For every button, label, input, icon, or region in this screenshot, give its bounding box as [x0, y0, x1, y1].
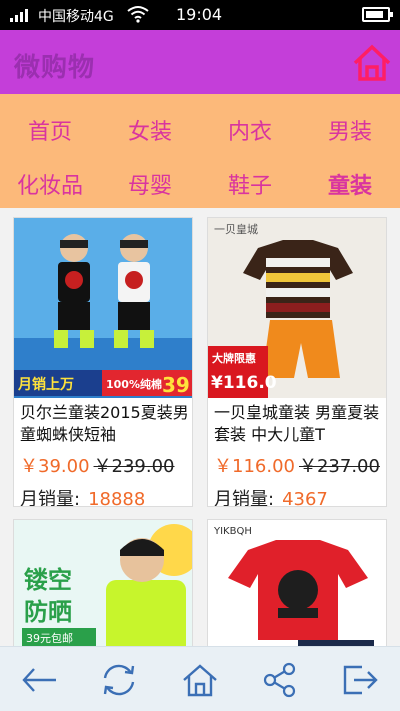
app-title: 微购物 — [14, 53, 96, 83]
product-card[interactable]: 镂空 防晒 39元包邮 — [13, 519, 193, 646]
product-name[interactable]: 贝尔兰童装2015夏装男童蜘蛛侠短袖 — [20, 402, 192, 442]
product-image[interactable]: YIKBQH — [208, 520, 386, 646]
exit-icon[interactable] — [340, 661, 380, 699]
share-icon[interactable] — [260, 661, 300, 699]
badge-text: 39元包邮 — [26, 632, 73, 645]
product-name[interactable]: 一贝皇城童装 男童夏装套装 中大儿童T — [214, 402, 386, 442]
badge-text: ¥116.0 — [211, 373, 277, 393]
clock: 19:04 — [176, 5, 223, 24]
price-row: ￥39.00 ￥239.00 — [20, 452, 175, 478]
product-card[interactable]: YIKBQH — [207, 519, 387, 646]
price-row: ￥116.00 ￥237.00 — [214, 452, 380, 478]
app-header: 微购物 — [0, 30, 400, 94]
battery-icon — [362, 7, 393, 22]
sales-count: 18888 — [88, 489, 146, 507]
badge-text: 大牌限惠 — [212, 351, 256, 365]
product-image[interactable]: 一贝皇城 大牌限惠 ¥116.0 — [208, 218, 386, 398]
product-price: ￥39.00 — [20, 456, 90, 477]
category-home[interactable]: 首页 — [0, 114, 100, 146]
category-nav: 首页 女装 内衣 男装 化妆品 母婴 鞋子 童装 — [0, 94, 400, 208]
badge-text: 镂空 — [24, 566, 72, 594]
original-price: ￥237.00 — [298, 456, 380, 477]
product-price: ￥116.00 — [214, 456, 295, 477]
home-icon[interactable] — [352, 44, 392, 82]
sales-row: 月销量: 4367 — [214, 485, 328, 507]
wifi-icon — [127, 5, 149, 27]
category-shoes[interactable]: 鞋子 — [200, 168, 300, 200]
product-card[interactable]: 一贝皇城 大牌限惠 ¥116.0 一贝皇城童装 男童夏装套装 中大儿童T ￥11… — [207, 217, 387, 507]
badge-text: 防晒 — [24, 598, 72, 626]
sales-label: 月销量: — [20, 489, 81, 507]
product-image[interactable]: 镂空 防晒 39元包邮 — [14, 520, 192, 646]
carrier-label: 中国移动4G — [38, 9, 114, 25]
badge-text: 39 — [162, 373, 190, 397]
sales-count: 4367 — [282, 489, 328, 507]
badge-text: YIKBQH — [213, 526, 252, 537]
product-grid: 月销上万 100%纯棉 39 贝尔兰童装2015夏装男童蜘蛛侠短袖 ￥39.00… — [0, 208, 400, 646]
original-price: ￥239.00 — [93, 456, 175, 477]
back-arrow-icon[interactable] — [20, 661, 60, 699]
badge-text: 100%纯棉 — [106, 377, 162, 391]
bottom-toolbar — [0, 646, 400, 711]
category-cosmetics[interactable]: 化妆品 — [0, 168, 100, 200]
product-image[interactable]: 月销上万 100%纯棉 39 — [14, 218, 192, 398]
refresh-icon[interactable] — [99, 661, 139, 699]
category-underwear[interactable]: 内衣 — [200, 114, 300, 146]
sales-label: 月销量: — [214, 489, 275, 507]
category-baby[interactable]: 母婴 — [100, 168, 200, 200]
sales-row: 月销量: 18888 — [20, 485, 146, 507]
signal-icon — [10, 8, 28, 22]
product-card[interactable]: 月销上万 100%纯棉 39 贝尔兰童装2015夏装男童蜘蛛侠短袖 ￥39.00… — [13, 217, 193, 507]
badge-text: 一贝皇城 — [214, 222, 258, 236]
category-mens[interactable]: 男装 — [300, 114, 400, 146]
category-kids[interactable]: 童装 — [300, 168, 400, 200]
home-icon[interactable] — [180, 661, 220, 699]
status-bar: 中国移动4G 19:04 — [0, 0, 400, 30]
badge-text: 月销上万 — [17, 376, 74, 393]
category-womens[interactable]: 女装 — [100, 114, 200, 146]
